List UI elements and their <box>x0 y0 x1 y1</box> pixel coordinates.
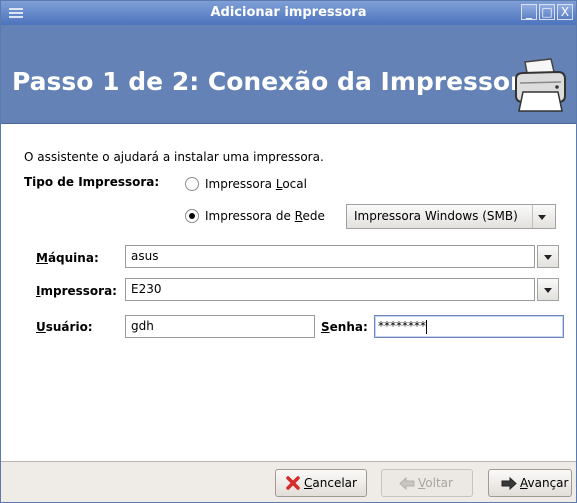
minimize-button[interactable]: _ <box>521 4 537 20</box>
wizard-header: Passo 1 de 2: Conexão da Impressora <box>1 25 576 124</box>
printer-label: Impressora: <box>36 284 117 298</box>
add-printer-dialog: Adicionar impressora _ □ X Passo 1 de 2:… <box>0 0 577 503</box>
back-button[interactable]: Voltar <box>381 469 473 497</box>
text-cursor <box>426 319 427 334</box>
local-printer-radio[interactable] <box>185 177 199 191</box>
printer-input[interactable]: E230 <box>125 278 535 301</box>
cancel-button[interactable]: Cancelar <box>275 469 367 497</box>
network-printer-radio[interactable] <box>185 209 199 223</box>
host-dropdown-button[interactable] <box>537 245 559 268</box>
wizard-content: O assistente o ajudará a instalar uma im… <box>1 124 576 461</box>
chevron-down-icon <box>532 205 551 228</box>
printer-type-label: Tipo de Impressora: <box>24 175 160 189</box>
close-button[interactable]: X <box>557 4 573 20</box>
network-type-dropdown[interactable]: Impressora Windows (SMB) <box>346 204 556 229</box>
cancel-x-icon <box>286 476 300 490</box>
printer-dropdown-button[interactable] <box>537 278 559 301</box>
network-printer-label[interactable]: Impressora de Rede <box>205 209 325 223</box>
next-button[interactable]: Avançar <box>488 469 572 497</box>
user-input[interactable]: gdh <box>125 315 315 338</box>
intro-text: O assistente o ajudará a instalar uma im… <box>24 150 324 164</box>
title-bar[interactable]: Adicionar impressora _ □ X <box>1 1 576 25</box>
footer-divider <box>1 461 576 462</box>
user-label: Usuário: <box>36 320 93 334</box>
local-printer-label[interactable]: Impressora Local <box>205 177 307 191</box>
host-label: Máquina: <box>36 251 99 265</box>
chevron-down-icon <box>544 288 552 293</box>
printer-icon <box>515 58 566 112</box>
back-arrow-icon <box>399 477 415 490</box>
chevron-down-icon <box>544 255 552 260</box>
network-type-value: Impressora Windows (SMB) <box>354 209 518 223</box>
forward-arrow-icon <box>501 477 517 490</box>
maximize-button[interactable]: □ <box>539 4 555 20</box>
password-input[interactable]: ******** <box>374 315 564 338</box>
step-title: Passo 1 de 2: Conexão da Impressora <box>12 67 540 96</box>
password-label: Senha: <box>321 320 368 334</box>
window-title: Adicionar impressora <box>210 5 367 20</box>
host-input[interactable]: asus <box>125 245 535 268</box>
